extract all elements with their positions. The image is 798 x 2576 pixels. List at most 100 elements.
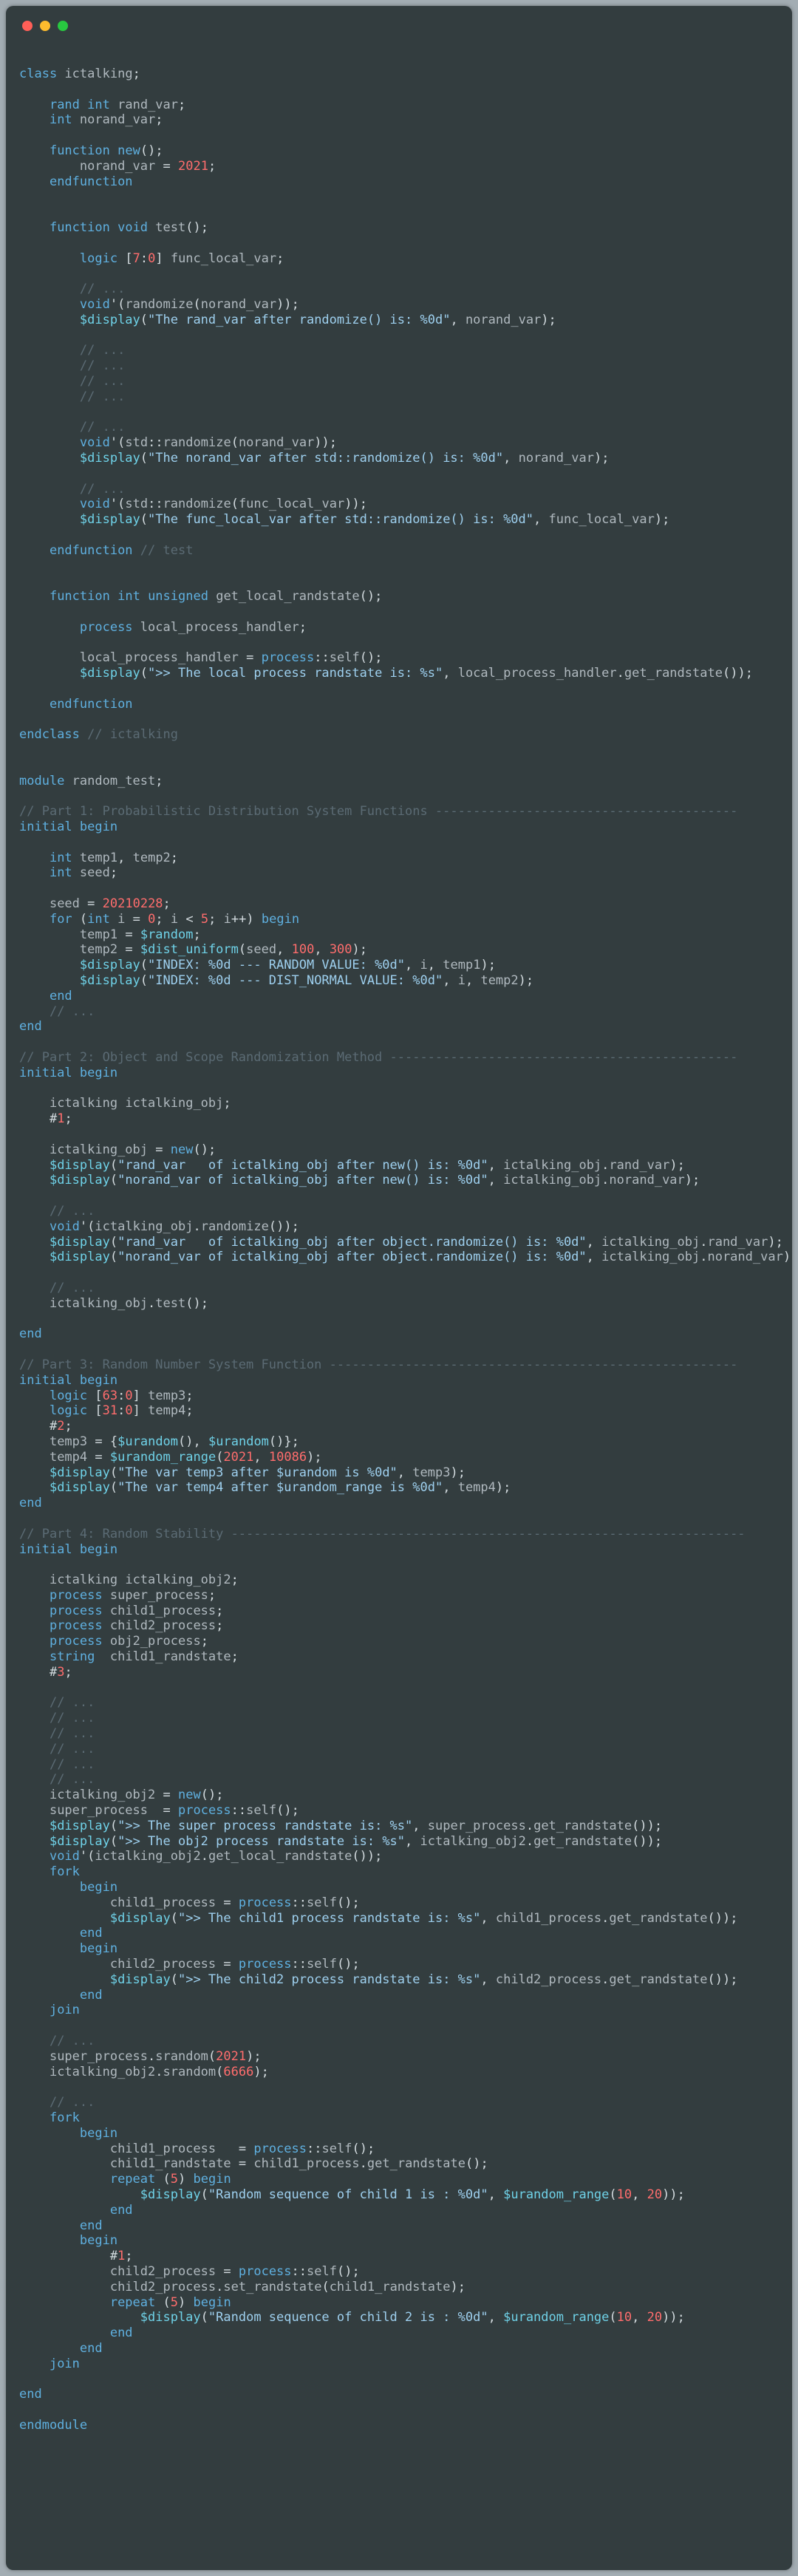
code-line: // ...: [79, 358, 126, 374]
code-line: ​: [19, 2079, 785, 2095]
code-line: // ...: [79, 389, 126, 404]
code-line: end: [79, 1926, 103, 1941]
code-line: super_process = process::self();: [49, 1803, 299, 1819]
code-line: process child1_process;: [49, 1603, 224, 1618]
code-line: ​: [19, 743, 785, 758]
code-line: ​: [19, 1265, 785, 1281]
code-line: void'(std::randomize(func_local_var));: [79, 497, 367, 512]
close-button[interactable]: [22, 21, 33, 31]
code-line: // Part 4: Random Stability ------------…: [19, 1526, 746, 1541]
code-line: // ...: [49, 1695, 95, 1711]
code-line: repeat (5) begin: [109, 2294, 231, 2310]
code-line: end: [49, 988, 72, 1004]
code-line: begin: [79, 1880, 118, 1895]
code-line: function void test();: [49, 219, 208, 235]
code-line: int seed;: [49, 865, 118, 881]
code-line: ​: [19, 1081, 785, 1097]
code-line: ​: [19, 758, 785, 774]
code-line: child1_process = process::self();: [109, 1895, 360, 1910]
code-line: $display(">> The super process randstate…: [49, 1818, 663, 1833]
code-line: end: [79, 2340, 103, 2356]
code-line: super_process.srandom(2021);: [49, 2048, 262, 2064]
code-line: begin: [79, 1941, 118, 1957]
code-line: $display("rand_var of ictalking_obj afte…: [49, 1157, 685, 1173]
code-line: ​: [19, 528, 785, 543]
code-line: initial begin: [19, 1541, 118, 1557]
code-line: end: [19, 1326, 42, 1342]
code-line: repeat (5) begin: [109, 2172, 231, 2187]
code-line: void'(randomize(norand_var));: [79, 296, 299, 312]
code-line: process child2_process;: [49, 1618, 224, 1634]
code-line: end: [109, 2325, 133, 2341]
code-line: $display("Random sequence of child 1 is …: [140, 2187, 685, 2202]
code-line: end: [109, 2202, 133, 2218]
code-line: $display("INDEX: %0d --- DIST_NORMAL VAL…: [79, 973, 534, 989]
code-line: norand_var = 2021;: [79, 158, 216, 174]
code-line: // ...: [49, 1741, 95, 1756]
code-line: join: [49, 2356, 80, 2371]
code-line: ​: [19, 1312, 785, 1327]
code-line: // ...: [49, 1280, 95, 1295]
code-line: end: [19, 2387, 42, 2402]
code-line: $display(">> The child1 process randstat…: [109, 1910, 738, 1926]
code-line: string child1_randstate;: [49, 1649, 239, 1665]
code-line: ​: [19, 635, 785, 650]
code-line: #3;: [49, 1664, 72, 1680]
code-line: logic [63:0] temp3;: [49, 1388, 194, 1403]
code-line: $display("Random sequence of child 2 is …: [140, 2310, 685, 2325]
code-line: end: [79, 2218, 103, 2233]
code-line: ​: [19, 189, 785, 205]
code-line: // Part 1: Probabilistic Distribution Sy…: [19, 804, 738, 820]
code-line: fork: [49, 1864, 80, 1880]
code-line: process local_process_handler;: [79, 619, 307, 635]
code-line: ​: [19, 236, 785, 251]
code-line: // ...: [49, 1711, 95, 1726]
code-line: local_process_handler = process::self();: [79, 650, 383, 666]
code-line: // ...: [79, 420, 126, 435]
code-line: // ...: [49, 1772, 95, 1788]
code-line: ​: [19, 128, 785, 143]
code-line: end: [19, 1019, 42, 1035]
code-line: ​: [19, 1188, 785, 1204]
code-line: ​: [19, 82, 785, 98]
code-line: ​: [19, 2018, 785, 2034]
code-line: void'(ictalking_obj2.get_local_randstate…: [49, 1849, 383, 1864]
code-line: fork: [49, 2110, 80, 2125]
code-line: ​: [19, 2402, 785, 2418]
code-line: $display("The var temp3 after $urandom i…: [49, 1465, 466, 1480]
code-line: $display("norand_var of ictalking_obj af…: [49, 1173, 700, 1188]
code-line: child1_process = process::self();: [109, 2141, 375, 2156]
code-line: ​: [19, 2372, 785, 2388]
code-line: $display("INDEX: %0d --- RANDOM VALUE: %…: [79, 958, 496, 973]
code-line: seed = 20210228;: [49, 896, 171, 912]
code-line: ​: [19, 681, 785, 697]
code-line: function int unsigned get_local_randstat…: [49, 589, 383, 604]
code-line: ictalking ictalking_obj2;: [49, 1572, 239, 1588]
code-line: $display("norand_var of ictalking_obj af…: [49, 1250, 792, 1265]
code-line: $display(">> The child2 process randstat…: [109, 1972, 738, 1987]
code-line: ​: [19, 712, 785, 727]
code-line: $display(">> The obj2 process randstate …: [49, 1833, 663, 1849]
code-line: void'(std::randomize(norand_var));: [79, 435, 338, 451]
code-line: // ...: [79, 481, 126, 497]
code-line: child2_process = process::self();: [109, 1957, 360, 1972]
code-line: // ...: [79, 373, 126, 389]
code-line: logic [7:0] func_local_var;: [79, 251, 284, 266]
code-line: ​: [19, 835, 785, 851]
window-titlebar: [6, 6, 792, 43]
zoom-button[interactable]: [58, 21, 68, 31]
code-line: for (int i = 0; i < 5; i++) begin: [49, 911, 300, 927]
code-line: ictalking_obj = new();: [49, 1142, 216, 1157]
minimize-button[interactable]: [40, 21, 50, 31]
code-line: child2_process = process::self();: [109, 2263, 360, 2279]
code-line: endfunction: [49, 696, 133, 712]
code-line: ​: [19, 328, 785, 344]
code-line: // ...: [79, 343, 126, 358]
code-line: ​: [19, 1511, 785, 1527]
code-line: ​: [19, 559, 785, 574]
code-line: // ...: [49, 1203, 95, 1219]
code-line: int temp1, temp2;: [49, 850, 179, 865]
code-line: endfunction: [49, 174, 133, 189]
code-line: // ...: [49, 2034, 95, 2048]
code-line: temp1 = $random;: [79, 927, 201, 942]
